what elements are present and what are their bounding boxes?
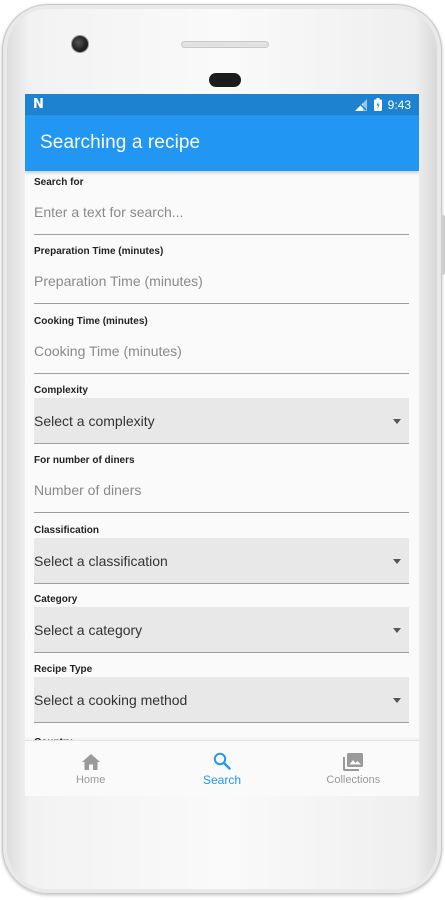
diners-input[interactable] bbox=[34, 482, 409, 498]
diners-field: For number of diners bbox=[34, 449, 409, 519]
dropdown-arrow-icon bbox=[393, 558, 401, 564]
diners-input-container bbox=[34, 468, 409, 513]
dropdown-arrow-icon bbox=[393, 418, 401, 424]
recipe-type-label: Recipe Type bbox=[34, 664, 93, 675]
complexity-value: Select a complexity bbox=[34, 412, 155, 429]
category-label: Category bbox=[34, 594, 78, 605]
nav-home-label: Home bbox=[75, 773, 106, 786]
classification-dropdown[interactable]: Select a classification bbox=[34, 538, 409, 584]
earpiece-speaker bbox=[181, 41, 269, 48]
app-bar: Searching a recipe bbox=[25, 115, 419, 171]
nav-collections-label: Collections bbox=[326, 773, 381, 786]
complexity-field: Complexity Select a complexity bbox=[34, 379, 409, 449]
category-dropdown[interactable]: Select a category bbox=[34, 607, 409, 653]
collections-icon bbox=[343, 752, 364, 772]
classification-value: Select a classification bbox=[34, 552, 168, 569]
recipe-type-dropdown[interactable]: Select a cooking method bbox=[34, 677, 409, 723]
dropdown-arrow-icon bbox=[393, 697, 401, 703]
cook-time-input[interactable] bbox=[34, 343, 409, 359]
cook-time-input-container bbox=[34, 329, 409, 374]
search-field-label: Search for bbox=[34, 177, 84, 188]
status-bar: N 9:43 bbox=[25, 94, 419, 115]
proximity-sensor bbox=[209, 73, 241, 87]
dropdown-arrow-icon bbox=[393, 627, 401, 633]
nav-search-label: Search bbox=[202, 772, 241, 787]
complexity-dropdown[interactable]: Select a complexity bbox=[34, 398, 409, 444]
country-label: Country bbox=[34, 728, 409, 740]
classification-field: Classification Select a classification bbox=[34, 519, 409, 588]
category-field: Category Select a category bbox=[34, 588, 409, 658]
nav-home[interactable]: Home bbox=[25, 741, 156, 796]
recipe-type-value: Select a cooking method bbox=[34, 691, 188, 708]
n-notification-icon: N bbox=[33, 97, 44, 112]
search-form: Search for Preparation Time (minutes) Co… bbox=[25, 171, 419, 740]
home-icon bbox=[81, 752, 100, 772]
nav-search[interactable]: Search bbox=[156, 741, 287, 796]
search-icon bbox=[213, 751, 231, 771]
category-value: Select a category bbox=[34, 621, 143, 638]
front-camera bbox=[71, 35, 89, 53]
cook-time-label: Cooking Time (minutes) bbox=[34, 316, 148, 327]
prep-time-input[interactable] bbox=[34, 273, 409, 289]
search-input[interactable] bbox=[34, 204, 409, 220]
classification-label: Classification bbox=[34, 525, 100, 536]
diners-label: For number of diners bbox=[34, 455, 135, 466]
side-button bbox=[441, 215, 445, 275]
signal-icon bbox=[354, 98, 368, 111]
prep-time-label: Preparation Time (minutes) bbox=[34, 246, 164, 257]
prep-time-field: Preparation Time (minutes) bbox=[34, 240, 409, 310]
search-input-container bbox=[34, 190, 409, 235]
complexity-label: Complexity bbox=[34, 385, 88, 396]
recipe-type-field: Recipe Type Select a cooking method bbox=[34, 658, 409, 728]
search-field: Search for bbox=[34, 171, 409, 240]
app-screen: N 9:43 Searching a recipe Search for Ent… bbox=[25, 94, 419, 796]
prep-time-input-container bbox=[34, 259, 409, 304]
bottom-navigation: Home Search Collections bbox=[25, 740, 419, 796]
nav-collections[interactable]: Collections bbox=[288, 741, 419, 796]
battery-icon bbox=[373, 98, 382, 111]
cook-time-field: Cooking Time (minutes) bbox=[34, 310, 409, 379]
status-time: 9:43 bbox=[387, 97, 411, 112]
page-title: Searching a recipe bbox=[40, 132, 201, 153]
